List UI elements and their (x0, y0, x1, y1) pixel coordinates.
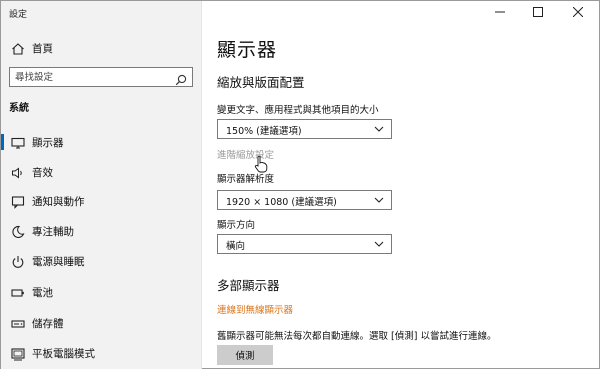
power-icon (11, 254, 25, 268)
detect-button[interactable]: 偵測 (217, 345, 273, 365)
tablet-icon (11, 346, 25, 361)
chevron-down-icon (374, 126, 384, 132)
sidebar-item-tablet-mode[interactable]: 平板電腦模式 (1, 340, 201, 366)
dropdown-value: 1920 × 1080 (建議選項) (226, 197, 337, 208)
text-size-dropdown[interactable]: 150% (建議選項) (217, 119, 392, 139)
minimize-button[interactable] (481, 1, 519, 23)
text-size-label: 變更文字、應用程式與其他項目的大小 (217, 105, 379, 116)
sidebar-item-label: 平板電腦模式 (32, 348, 95, 360)
maximize-icon (533, 7, 543, 17)
sidebar-item-battery[interactable]: 電池 (1, 279, 201, 305)
sidebar-item-power-sleep[interactable]: 電源與睡眠 (1, 248, 201, 274)
sidebar-item-storage[interactable]: 儲存體 (1, 310, 201, 336)
sidebar-item-label: 顯示器 (32, 137, 64, 149)
sidebar-item-label: 通知與動作 (32, 196, 85, 208)
app-title: 設定 (9, 10, 28, 20)
sidebar-item-label: 音效 (32, 167, 53, 179)
chevron-down-icon (374, 241, 384, 247)
sidebar-item-label: 首頁 (32, 43, 53, 55)
orientation-label: 顯示方向 (217, 220, 256, 231)
search-icon[interactable] (175, 71, 187, 86)
selection-indicator (1, 134, 4, 150)
search-field[interactable] (9, 67, 193, 87)
dropdown-value: 橫向 (226, 241, 246, 252)
dropdown-value: 150% (建議選項) (226, 126, 302, 137)
resolution-dropdown[interactable]: 1920 × 1080 (建議選項) (217, 190, 392, 210)
detect-description: 舊顯示器可能無法每次都自動連線。選取 [偵測] 以嘗試進行連線。 (217, 331, 497, 342)
sidebar-item-label: 電源與睡眠 (32, 256, 85, 268)
sidebar-section-title: 系統 (9, 103, 29, 114)
moon-icon (11, 224, 25, 238)
speaker-icon (11, 165, 25, 179)
close-icon (573, 7, 583, 17)
scale-layout-heading: 縮放與版面配置 (217, 75, 305, 90)
sidebar-item-focus-assist[interactable]: 專注輔助 (1, 218, 201, 244)
search-input[interactable] (15, 70, 165, 84)
monitor-icon (11, 135, 25, 149)
connect-wireless-display-link[interactable]: 連線到無線顯示器 (217, 302, 293, 316)
sidebar-item-label: 儲存體 (32, 318, 64, 330)
chevron-down-icon (374, 197, 384, 203)
sidebar-item-label: 專注輔助 (32, 226, 74, 238)
notification-icon (11, 194, 25, 209)
minimize-icon (495, 11, 505, 13)
orientation-dropdown[interactable]: 橫向 (217, 234, 392, 254)
maximize-button[interactable] (519, 1, 557, 23)
sidebar-item-notifications[interactable]: 通知與動作 (1, 188, 201, 214)
sidebar-item-home[interactable]: 首頁 (1, 37, 201, 59)
battery-icon (11, 285, 25, 299)
close-button[interactable] (559, 1, 597, 23)
window-controls (479, 1, 599, 23)
sidebar-item-label: 電池 (32, 287, 53, 299)
settings-window: 設定 首頁 系統 顯示器 音效 (0, 0, 600, 369)
sidebar-item-display[interactable]: 顯示器 (1, 129, 201, 155)
resolution-label: 顯示器解析度 (217, 174, 275, 185)
home-icon (11, 41, 25, 55)
sidebar-item-sound[interactable]: 音效 (1, 159, 201, 185)
page-title: 顯示器 (217, 39, 278, 61)
sidebar: 設定 首頁 系統 顯示器 音效 (1, 1, 202, 369)
multiple-displays-heading: 多部顯示器 (217, 278, 280, 293)
storage-icon (11, 316, 25, 330)
